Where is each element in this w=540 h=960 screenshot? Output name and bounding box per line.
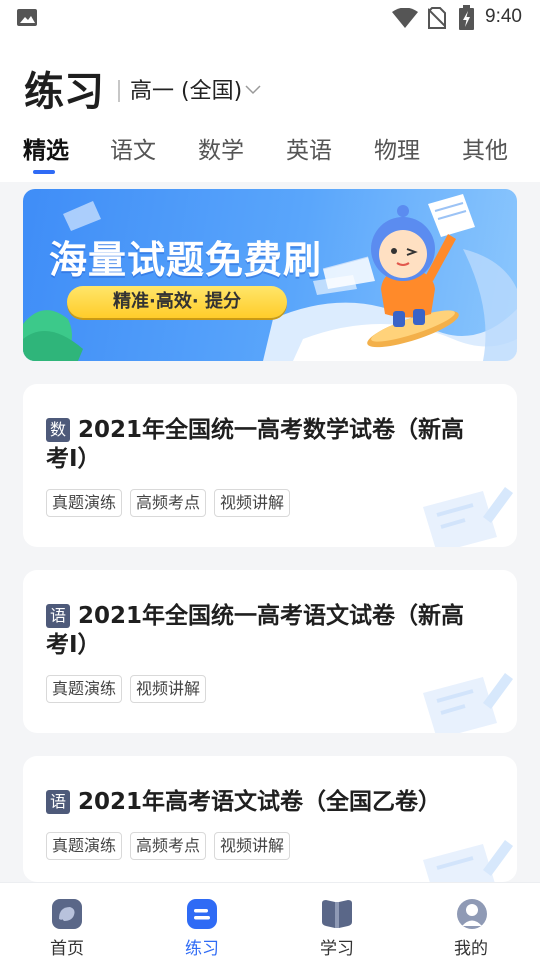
banner-subtitle-pill: 精准·高效· 提分 bbox=[67, 286, 287, 318]
tag-row: 真题演练 高频考点 视频讲解 bbox=[46, 489, 291, 517]
title-divider bbox=[118, 80, 120, 102]
tag-video[interactable]: 视频讲解 bbox=[130, 675, 207, 703]
active-tab-indicator bbox=[33, 170, 55, 174]
tag-video[interactable]: 视频讲解 bbox=[214, 832, 291, 860]
subject-badge: 语 bbox=[46, 604, 70, 628]
practice-icon bbox=[187, 899, 217, 929]
bottom-nav: 首页 练习 学习 我的 bbox=[0, 882, 540, 960]
tag-real-exam[interactable]: 真题演练 bbox=[46, 489, 123, 517]
no-sim-icon bbox=[428, 7, 446, 29]
exam-title-text: 2021年高考语文试卷（全国乙卷） bbox=[78, 789, 442, 815]
exam-title-text: 2021年全国统一高考语文试卷（新高考I） bbox=[46, 603, 465, 658]
tab-math[interactable]: 数学 bbox=[198, 131, 244, 165]
nav-profile[interactable]: 我的 bbox=[426, 883, 516, 960]
tag-video[interactable]: 视频讲解 bbox=[214, 489, 291, 517]
nav-practice-label: 练习 bbox=[185, 939, 219, 959]
exam-title-text: 2021年全国统一高考数学试卷（新高考I） bbox=[46, 417, 465, 472]
tab-featured[interactable]: 精选 bbox=[23, 131, 69, 165]
promo-banner[interactable]: 海量试题免费刷 精准·高效· 提分 bbox=[23, 189, 517, 361]
nav-home-label: 首页 bbox=[50, 939, 84, 959]
nav-profile-label: 我的 bbox=[454, 939, 488, 959]
tag-row: 真题演练 视频讲解 bbox=[46, 675, 207, 703]
exam-card[interactable]: 语 2021年全国统一高考语文试卷（新高考I） 真题演练 视频讲解 bbox=[23, 570, 517, 733]
chevron-down-icon bbox=[245, 85, 261, 95]
tag-key-points[interactable]: 高频考点 bbox=[130, 489, 207, 517]
exam-card[interactable]: 数 2021年全国统一高考数学试卷（新高考I） 真题演练 高频考点 视频讲解 bbox=[23, 384, 517, 547]
book-icon bbox=[322, 900, 352, 928]
page-header: 练习 高一 (全国) 精选 语文 数学 英语 物理 其他 bbox=[0, 36, 540, 182]
exam-title: 数 2021年全国统一高考数学试卷（新高考I） bbox=[46, 416, 486, 474]
tag-row: 真题演练 高频考点 视频讲解 bbox=[46, 832, 291, 860]
tab-physics[interactable]: 物理 bbox=[374, 131, 420, 165]
exam-title: 语 2021年高考语文试卷（全国乙卷） bbox=[46, 788, 486, 817]
page-title: 练习 bbox=[24, 69, 104, 115]
grade-selector[interactable]: 高一 (全国) bbox=[130, 73, 261, 105]
tag-real-exam[interactable]: 真题演练 bbox=[46, 832, 123, 860]
grade-label: 高一 (全国) bbox=[130, 79, 243, 104]
tag-real-exam[interactable]: 真题演练 bbox=[46, 675, 123, 703]
tab-other[interactable]: 其他 bbox=[462, 131, 508, 165]
subject-badge: 数 bbox=[46, 418, 70, 442]
nav-study[interactable]: 学习 bbox=[292, 883, 382, 960]
home-icon bbox=[52, 899, 82, 929]
nav-home[interactable]: 首页 bbox=[22, 883, 112, 960]
exam-card[interactable]: 语 2021年高考语文试卷（全国乙卷） 真题演练 高频考点 视频讲解 bbox=[23, 756, 517, 882]
nav-study-label: 学习 bbox=[320, 939, 354, 959]
battery-charging-icon bbox=[459, 5, 474, 30]
status-time: 9:40 bbox=[485, 6, 522, 27]
banner-title: 海量试题免费刷 bbox=[49, 238, 323, 282]
profile-icon bbox=[457, 899, 487, 929]
nav-practice[interactable]: 练习 bbox=[157, 883, 247, 960]
image-notification-icon bbox=[17, 9, 37, 26]
banner-subtitle: 精准·高效· 提分 bbox=[113, 291, 241, 312]
tag-key-points[interactable]: 高频考点 bbox=[130, 832, 207, 860]
subject-tabs: 精选 语文 数学 英语 物理 其他 bbox=[0, 131, 540, 171]
pencil-paper-icon bbox=[423, 487, 513, 547]
pencil-paper-icon bbox=[423, 673, 513, 733]
tab-chinese[interactable]: 语文 bbox=[110, 131, 156, 165]
exam-title: 语 2021年全国统一高考语文试卷（新高考I） bbox=[46, 602, 486, 660]
status-bar: 9:40 bbox=[0, 0, 540, 36]
wifi-icon bbox=[392, 8, 418, 28]
subject-badge: 语 bbox=[46, 790, 70, 814]
tab-english[interactable]: 英语 bbox=[286, 131, 332, 165]
pencil-paper-icon bbox=[423, 840, 513, 882]
